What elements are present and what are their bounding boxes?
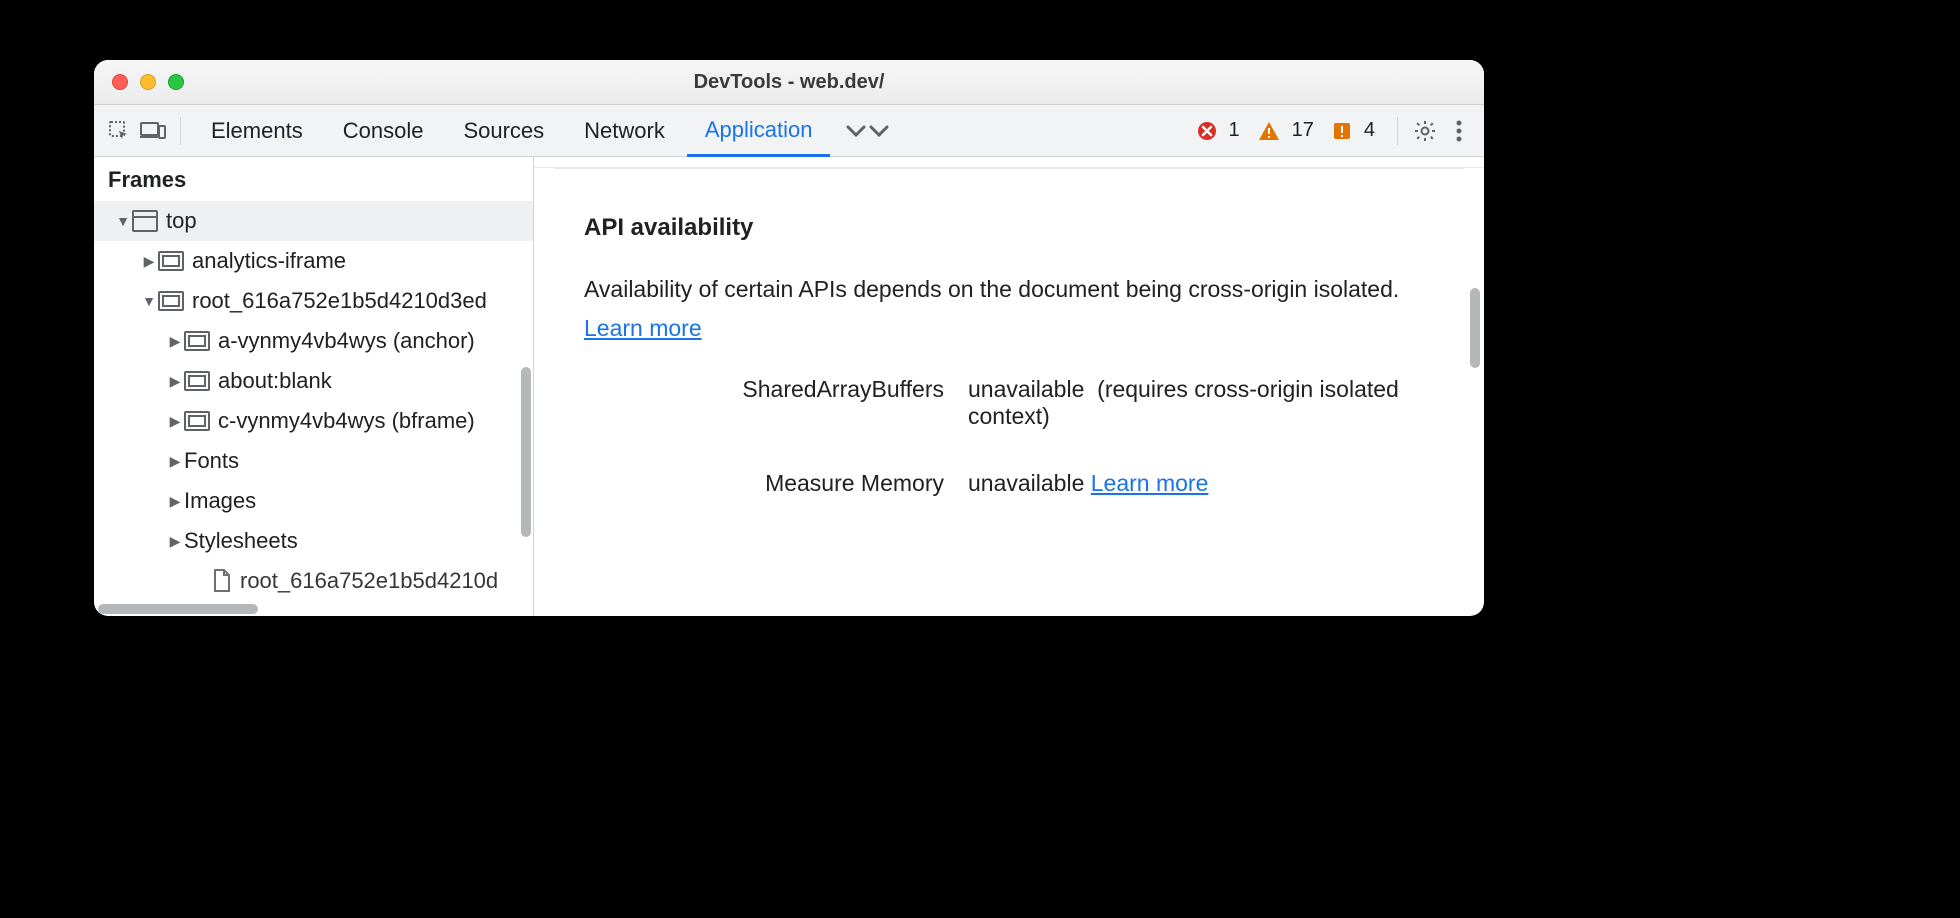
frame-child-a[interactable]: a-vynmy4vb4wys (anchor) xyxy=(94,321,533,361)
api-availability-table: SharedArrayBuffers unavailable (requires… xyxy=(584,376,1448,497)
tree-label: Stylesheets xyxy=(184,528,298,554)
devtools-window: DevTools - web.dev/ Elements Console Sou… xyxy=(94,60,1484,616)
tab-elements[interactable]: Elements xyxy=(193,105,321,156)
tree-label: Fonts xyxy=(184,448,239,474)
tabbar-divider-right xyxy=(1397,117,1398,145)
settings-icon[interactable] xyxy=(1410,116,1440,146)
error-count: 1 xyxy=(1229,119,1240,142)
iframe-icon xyxy=(184,331,210,351)
expand-arrow-icon[interactable] xyxy=(166,533,184,550)
frame-label: about:blank xyxy=(218,368,332,394)
intro-text: Availability of certain APIs depends on … xyxy=(584,270,1448,348)
frame-label: c-vynmy4vb4wys (bframe) xyxy=(218,408,475,434)
expand-arrow-icon[interactable] xyxy=(114,213,132,229)
tab-application[interactable]: Application xyxy=(687,106,831,157)
iframe-icon xyxy=(184,411,210,431)
api-status: unavailable xyxy=(968,376,1084,402)
frame-label: top xyxy=(166,208,197,234)
tab-network[interactable]: Network xyxy=(566,105,683,156)
expand-arrow-icon[interactable] xyxy=(166,333,184,350)
sidebar-vertical-scrollbar[interactable] xyxy=(521,367,531,537)
device-toolbar-icon[interactable] xyxy=(138,116,168,146)
issue-count: 4 xyxy=(1364,119,1375,142)
frame-analytics-iframe[interactable]: analytics-iframe xyxy=(94,241,533,281)
api-row-value: unavailable (requires cross-origin isola… xyxy=(968,376,1448,430)
api-status: unavailable xyxy=(968,470,1091,496)
issue-counters[interactable]: 1 17 4 xyxy=(1197,119,1386,142)
inspect-element-icon[interactable] xyxy=(104,116,134,146)
frame-about-blank[interactable]: about:blank xyxy=(94,361,533,401)
tab-sources[interactable]: Sources xyxy=(445,105,562,156)
sidebar-header: Frames xyxy=(94,157,533,201)
tree-label: root_616a752e1b5d4210d xyxy=(240,568,498,594)
tree-stylesheets[interactable]: Stylesheets xyxy=(94,521,533,561)
devtools-tabbar: Elements Console Sources Network Applica… xyxy=(94,105,1484,157)
issue-icon xyxy=(1332,121,1352,141)
frames-sidebar: Frames top analytics-iframe xyxy=(94,157,534,616)
tree-fonts[interactable]: Fonts xyxy=(94,441,533,481)
titlebar: DevTools - web.dev/ xyxy=(94,60,1484,105)
panel-body: Frames top analytics-iframe xyxy=(94,157,1484,616)
api-row-key: SharedArrayBuffers xyxy=(584,376,944,403)
tab-console[interactable]: Console xyxy=(325,105,442,156)
api-row-value: unavailable Learn more xyxy=(968,470,1448,497)
more-tabs-button[interactable] xyxy=(834,118,900,144)
more-options-icon[interactable] xyxy=(1444,116,1474,146)
frame-child-c[interactable]: c-vynmy4vb4wys (bframe) xyxy=(94,401,533,441)
frame-label: analytics-iframe xyxy=(192,248,346,274)
api-row-key: Measure Memory xyxy=(584,470,944,497)
frame-label: a-vynmy4vb4wys (anchor) xyxy=(218,328,475,354)
main-vertical-scrollbar[interactable] xyxy=(1470,288,1480,368)
warning-count: 17 xyxy=(1292,119,1314,142)
tree-truncated-item[interactable]: root_616a752e1b5d4210d xyxy=(94,561,533,601)
tree-label: Images xyxy=(184,488,256,514)
iframe-icon xyxy=(158,291,184,311)
learn-more-link[interactable]: Learn more xyxy=(1091,470,1209,496)
frame-top[interactable]: top xyxy=(94,201,533,241)
tabbar-divider xyxy=(180,117,181,145)
expand-arrow-icon[interactable] xyxy=(140,253,158,270)
section-heading: API availability xyxy=(584,214,1448,242)
iframe-icon xyxy=(158,251,184,271)
intro-span: Availability of certain APIs depends on … xyxy=(584,276,1399,302)
frame-label: root_616a752e1b5d4210d3ed xyxy=(192,288,487,314)
iframe-icon xyxy=(184,371,210,391)
frame-root[interactable]: root_616a752e1b5d4210d3ed xyxy=(94,281,533,321)
document-icon xyxy=(212,569,232,593)
learn-more-link[interactable]: Learn more xyxy=(584,315,702,341)
warning-icon xyxy=(1258,121,1280,141)
window-title: DevTools - web.dev/ xyxy=(94,71,1484,94)
error-icon xyxy=(1197,121,1217,141)
tree-images[interactable]: Images xyxy=(94,481,533,521)
application-main-panel: API availability Availability of certain… xyxy=(534,167,1484,616)
expand-arrow-icon[interactable] xyxy=(166,453,184,470)
sidebar-horizontal-scrollbar[interactable] xyxy=(98,604,258,614)
expand-arrow-icon[interactable] xyxy=(166,373,184,390)
expand-arrow-icon[interactable] xyxy=(166,413,184,430)
window-icon xyxy=(132,210,158,232)
expand-arrow-icon[interactable] xyxy=(166,493,184,510)
divider xyxy=(554,168,1464,169)
expand-arrow-icon[interactable] xyxy=(140,293,158,309)
